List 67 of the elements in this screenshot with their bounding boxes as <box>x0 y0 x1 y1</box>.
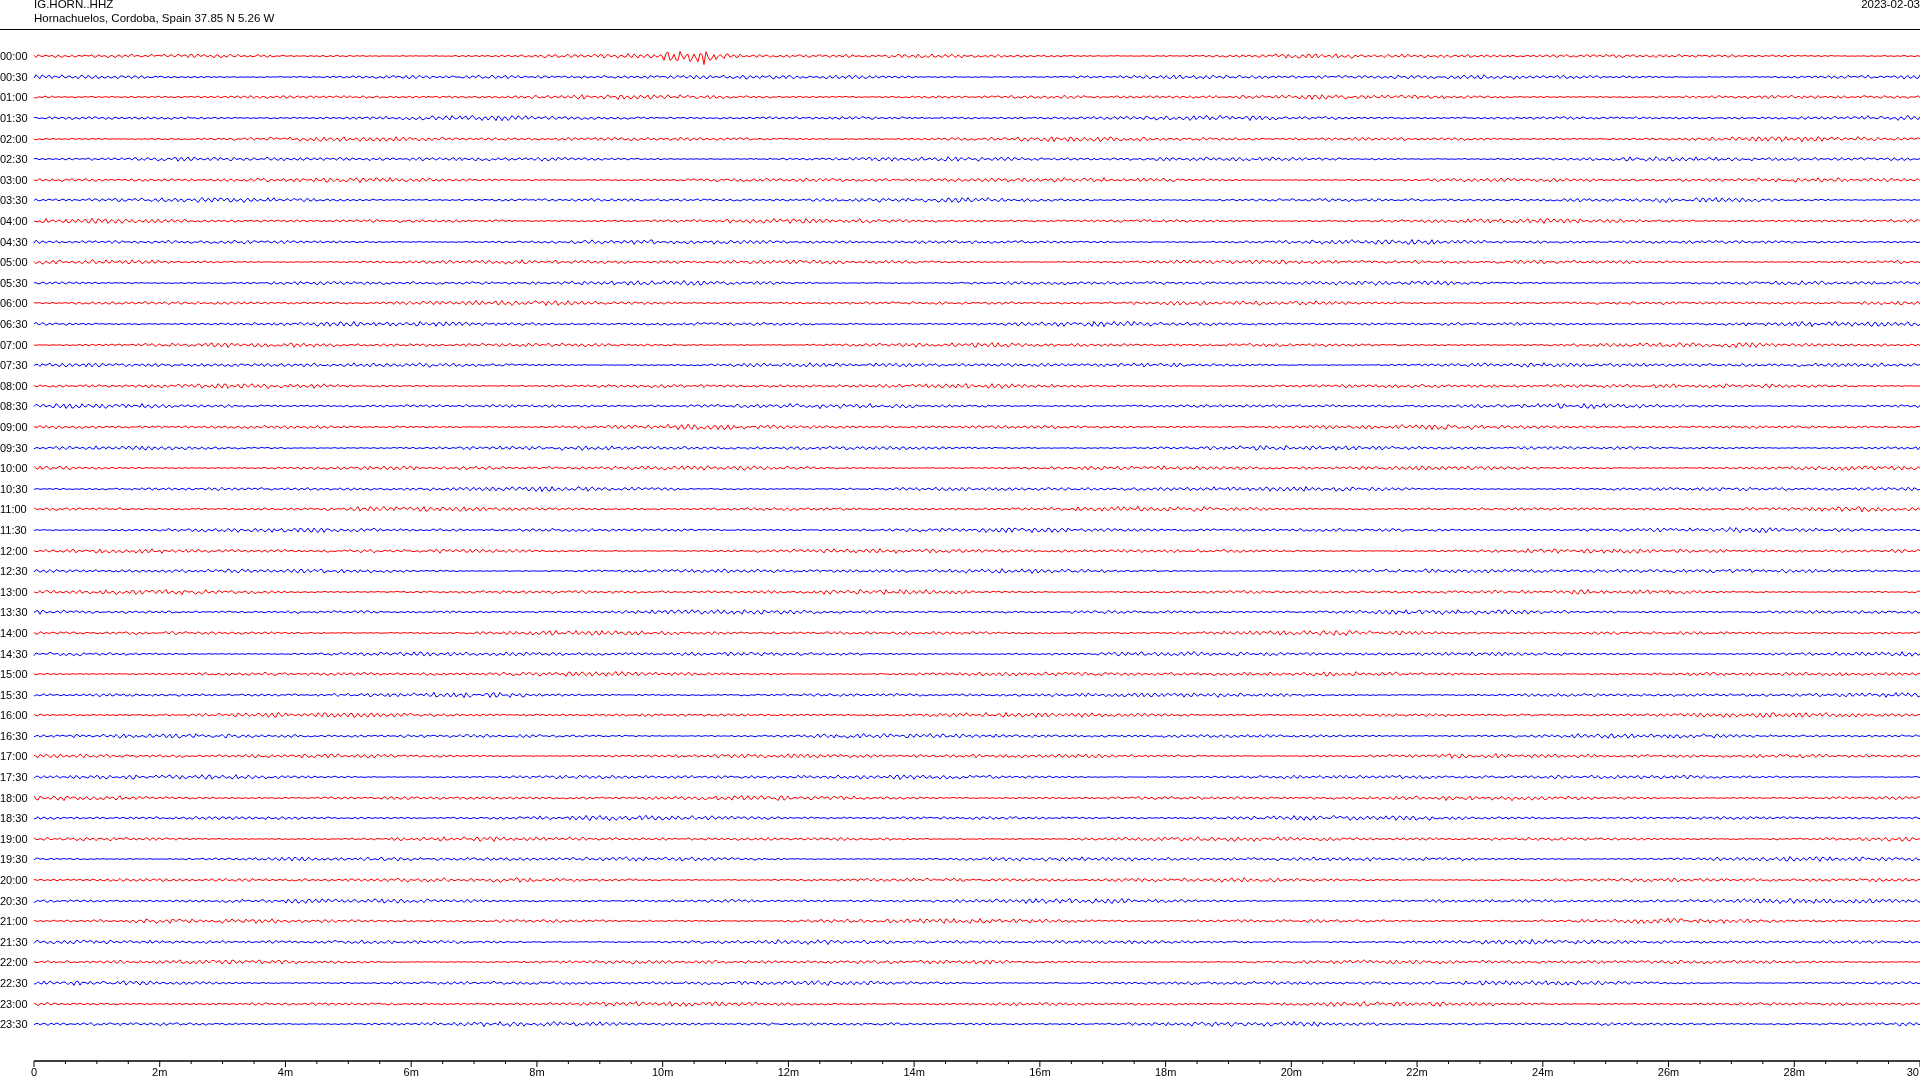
axis-tick-label: 20m <box>1280 1065 1303 1078</box>
date-label: 2023-02-03 <box>1861 0 1920 12</box>
axis-tick-label: 0 <box>30 1065 38 1078</box>
time-label: 03:30 <box>0 194 29 207</box>
time-label: 13:00 <box>0 585 29 598</box>
axis-tick-label: 26m <box>1657 1065 1680 1078</box>
time-label: 06:30 <box>0 318 29 330</box>
time-label: 22:30 <box>0 977 29 989</box>
time-label: 01:00 <box>0 91 29 104</box>
time-label: 18:00 <box>0 791 29 804</box>
time-label: 06:00 <box>0 297 29 310</box>
time-label: 22:00 <box>0 956 29 969</box>
axis-tick-label: 12m <box>777 1065 800 1078</box>
axis-tick-label: 16m <box>1029 1065 1051 1078</box>
axis-tick-label: 8m <box>529 1065 545 1078</box>
time-label: 18:30 <box>0 812 29 825</box>
time-label: 17:00 <box>0 750 29 763</box>
time-label: 21:00 <box>0 915 29 928</box>
time-label: 02:00 <box>0 132 29 145</box>
time-label: 00:30 <box>0 70 29 83</box>
time-label: 14:30 <box>0 647 29 660</box>
time-label: 10:00 <box>0 462 29 475</box>
axis-tick-label: 30 <box>1906 1065 1919 1078</box>
axis-tick-label: 22m <box>1406 1065 1428 1078</box>
axis-tick-label: 28m <box>1783 1065 1805 1078</box>
time-label: 10:30 <box>0 482 29 495</box>
time-label: 01:30 <box>0 112 29 125</box>
time-label: 00:00 <box>0 50 29 63</box>
axis-tick-label: 4m <box>277 1065 294 1078</box>
time-label: 20:00 <box>0 874 29 887</box>
axis-tick-label: 14m <box>903 1065 925 1078</box>
time-label: 23:30 <box>0 1018 29 1031</box>
time-label: 12:30 <box>0 565 29 578</box>
time-label: 07:00 <box>0 338 29 351</box>
time-label: 11:30 <box>0 523 28 536</box>
axis-tick-label: 6m <box>403 1065 419 1078</box>
station-location: Hornachuelos, Cordoba, Spain 37.85 N 5.26 W <box>34 11 275 25</box>
time-label: 20:30 <box>0 894 29 907</box>
axis-tick-label: 24m <box>1532 1065 1554 1078</box>
time-label: 13:30 <box>0 606 29 619</box>
time-label: 03:00 <box>0 173 29 186</box>
time-label: 23:00 <box>0 997 29 1010</box>
time-label: 07:30 <box>0 359 29 372</box>
axis-tick-label: 18m <box>1154 1065 1177 1078</box>
time-label: 16:30 <box>0 729 29 742</box>
time-label: 15:30 <box>0 688 29 701</box>
time-label: 09:30 <box>0 441 29 454</box>
time-label: 05:00 <box>0 256 29 269</box>
time-label: 12:00 <box>0 544 29 557</box>
station-code: IG.HORN..HHZ <box>34 0 115 11</box>
axis-tick-label: 2m <box>152 1065 168 1078</box>
time-label: 04:00 <box>0 215 29 228</box>
time-label: 15:00 <box>0 668 29 681</box>
time-label: 08:30 <box>0 400 29 413</box>
time-label: 21:30 <box>0 935 29 948</box>
time-label: 08:00 <box>0 379 29 392</box>
time-label: 17:30 <box>0 771 29 784</box>
time-label: 09:00 <box>0 421 29 433</box>
time-label: 14:00 <box>0 626 29 639</box>
time-label: 11:00 <box>0 503 28 516</box>
time-label: 02:30 <box>0 153 29 166</box>
time-label: 19:30 <box>0 853 29 866</box>
axis-tick-label: 10m <box>651 1065 674 1078</box>
time-label: 04:30 <box>0 235 29 248</box>
time-label: 05:30 <box>0 276 29 289</box>
time-label: 19:00 <box>0 832 29 845</box>
time-label: 16:00 <box>0 709 29 722</box>
